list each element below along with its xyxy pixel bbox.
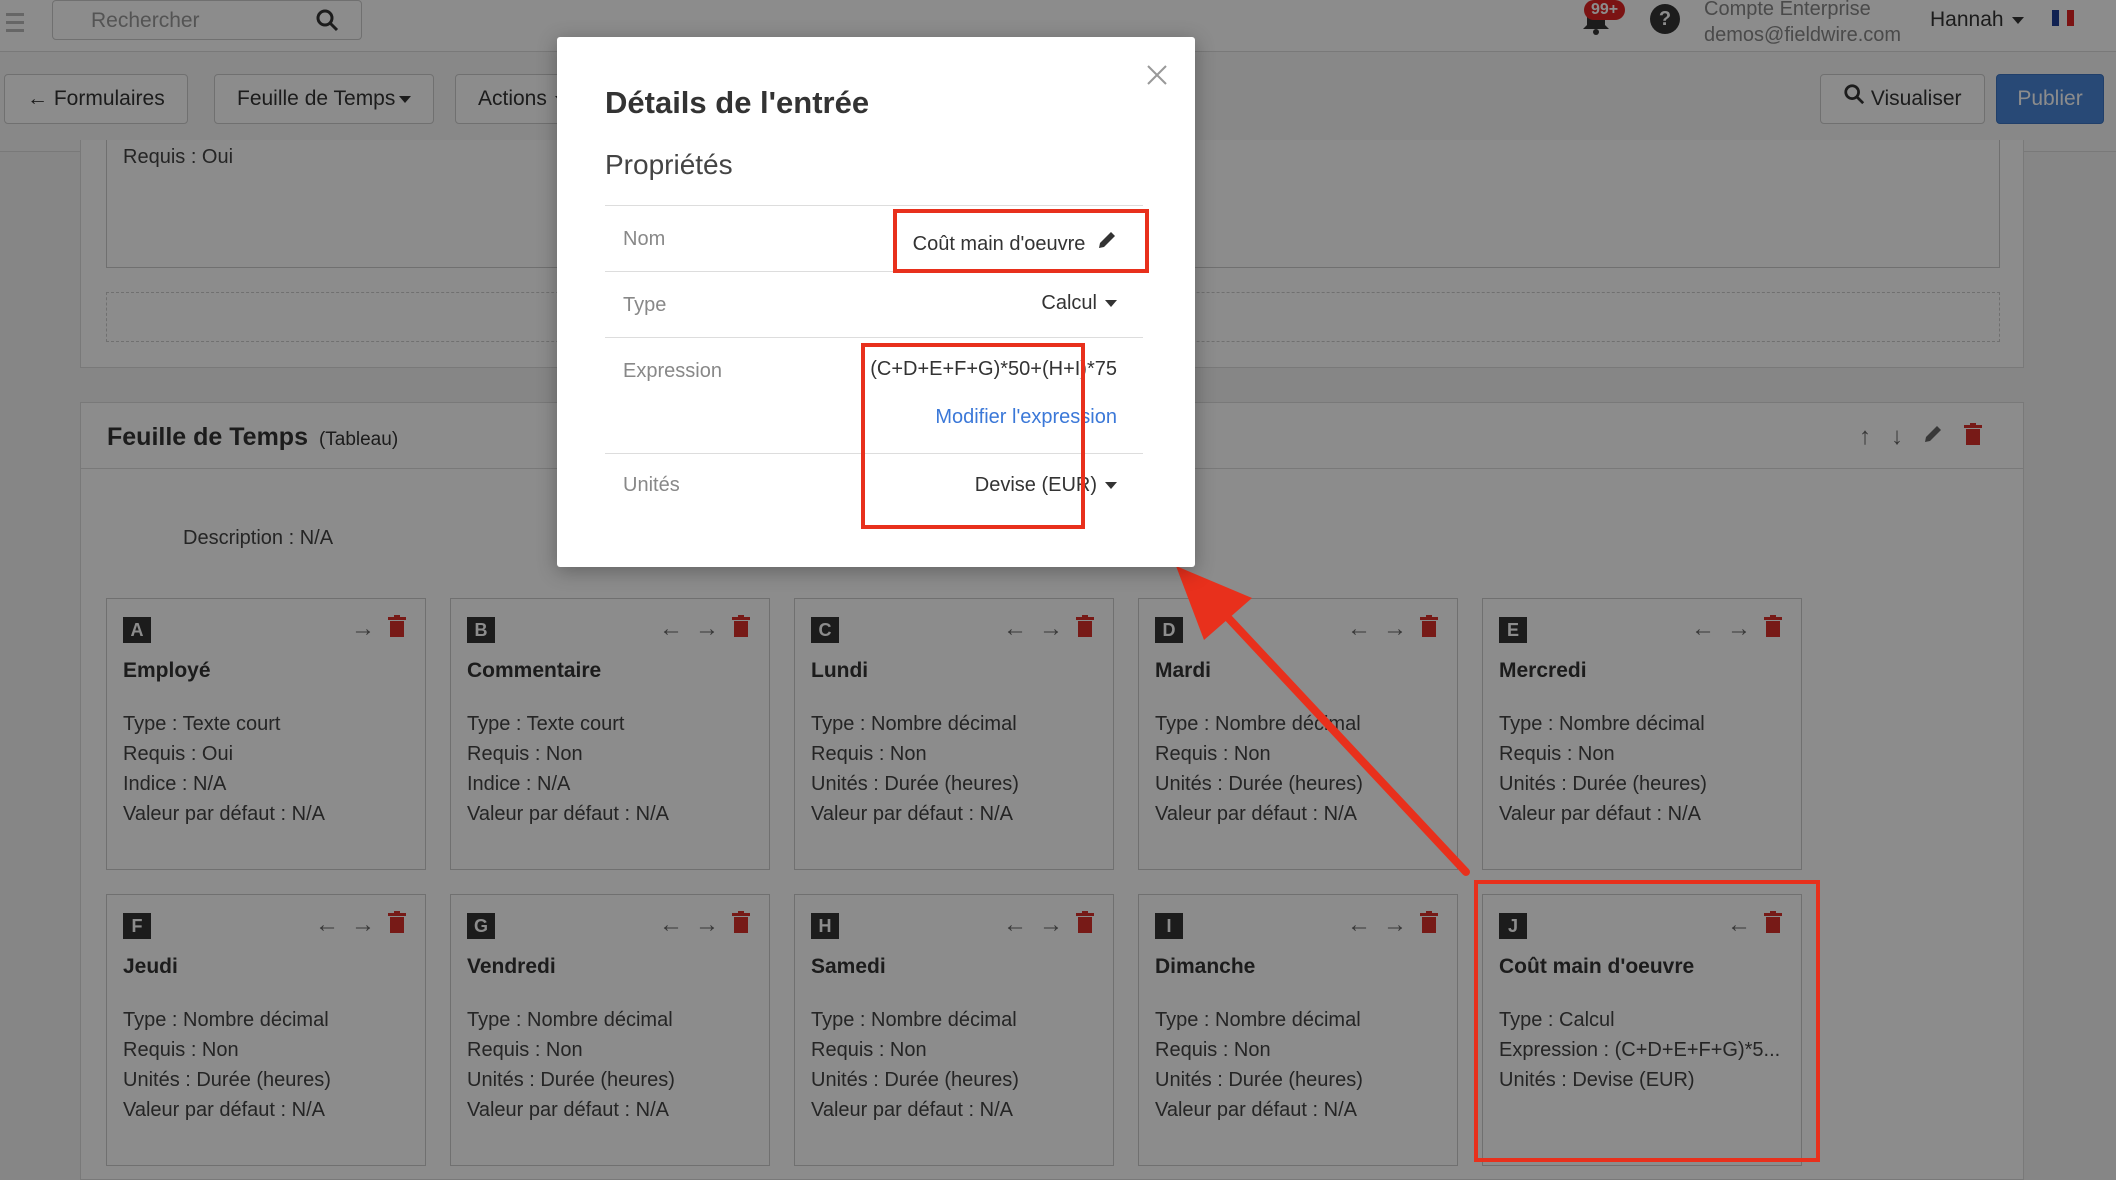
chevron-down-icon bbox=[1105, 482, 1117, 490]
units-label: Unités bbox=[623, 474, 680, 496]
entry-details-modal: Détails de l'entrée Propriétés Nom Coût … bbox=[557, 37, 1195, 567]
modal-title: Détails de l'entrée bbox=[605, 85, 870, 120]
type-label: Type bbox=[623, 294, 667, 316]
type-value: Calcul bbox=[1041, 292, 1097, 314]
expression-label: Expression bbox=[623, 360, 722, 382]
annotation-highlight-card-j bbox=[1474, 880, 1820, 1162]
close-icon[interactable] bbox=[1145, 63, 1169, 92]
type-dropdown[interactable]: Calcul bbox=[1041, 292, 1117, 315]
name-label: Nom bbox=[623, 228, 666, 250]
chevron-down-icon bbox=[1105, 300, 1117, 308]
type-row: Type Calcul bbox=[605, 271, 1143, 337]
annotation-arrow bbox=[1176, 566, 1470, 876]
annotation-highlight-expression-units bbox=[861, 343, 1085, 529]
modal-subtitle: Propriétés bbox=[605, 149, 733, 180]
annotation-highlight-name bbox=[893, 209, 1149, 273]
